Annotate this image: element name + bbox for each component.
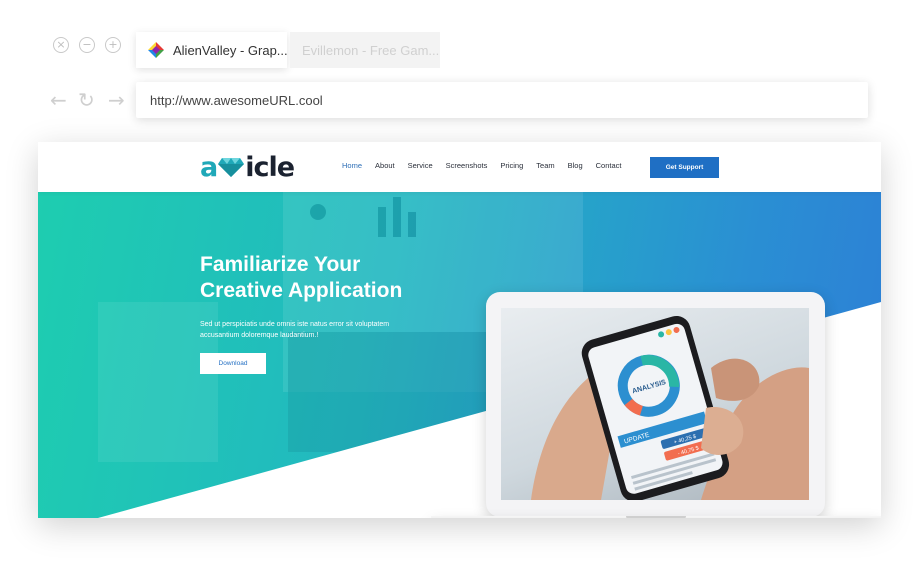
hero-section: Familiarize Your Creative Application Se… [38,192,881,518]
menu-blog[interactable]: Blog [568,161,583,170]
laptop-screen-image: ANALYSIS UPDATE + 40,25 $ - 40,75 $ [501,308,809,500]
tab-title: AlienValley - Grap... [173,42,287,58]
hero-headline: Familiarize Your Creative Application [200,253,403,302]
menu-service[interactable]: Service [408,161,433,170]
menu-pricing[interactable]: Pricing [500,161,523,170]
download-button[interactable]: Download [200,353,266,374]
site-navbar: a icle Home About Service Screenshots Pr… [38,142,881,192]
close-icon[interactable]: × [53,37,69,53]
browser-window: × − + AlienValley - Grap... Evillemon - … [0,0,919,565]
phone-in-hand-illustration: ANALYSIS UPDATE + 40,25 $ - 40,75 $ [531,315,809,500]
menu-team[interactable]: Team [536,161,554,170]
menu-contact[interactable]: Contact [596,161,622,170]
laptop-notch [626,516,686,518]
address-bar[interactable]: http://www.awesomeURL.cool [136,82,868,118]
url-text: http://www.awesomeURL.cool [150,92,323,108]
diamond-icon [218,158,245,177]
laptop-mockup: ANALYSIS UPDATE + 40,25 $ - 40,75 $ [431,292,881,518]
minimize-icon[interactable]: − [79,37,95,53]
site-menu: Home About Service Screenshots Pricing T… [342,161,635,170]
tab-evillemon[interactable]: Evillemon - Free Gam... [290,32,440,68]
forward-icon[interactable]: → [108,88,125,112]
tab-alienvalley[interactable]: AlienValley - Grap... [136,32,287,68]
tab-title: Evillemon - Free Gam... [302,42,440,58]
get-support-button[interactable]: Get Support [650,157,719,178]
menu-screenshots[interactable]: Screenshots [446,161,488,170]
menu-about[interactable]: About [375,161,395,170]
website-viewport: a icle Home About Service Screenshots Pr… [38,142,881,518]
back-icon[interactable]: ← [50,88,67,112]
laptop-lid: ANALYSIS UPDATE + 40,25 $ - 40,75 $ [486,292,825,517]
tab-favicon-icon [148,42,164,58]
menu-home[interactable]: Home [342,161,362,170]
site-logo[interactable]: a icle [200,152,295,183]
maximize-icon[interactable]: + [105,37,121,53]
hero-subtext: Sed ut perspiciatis unde omnis iste natu… [200,321,390,339]
reload-icon[interactable]: ↻ [78,88,95,112]
